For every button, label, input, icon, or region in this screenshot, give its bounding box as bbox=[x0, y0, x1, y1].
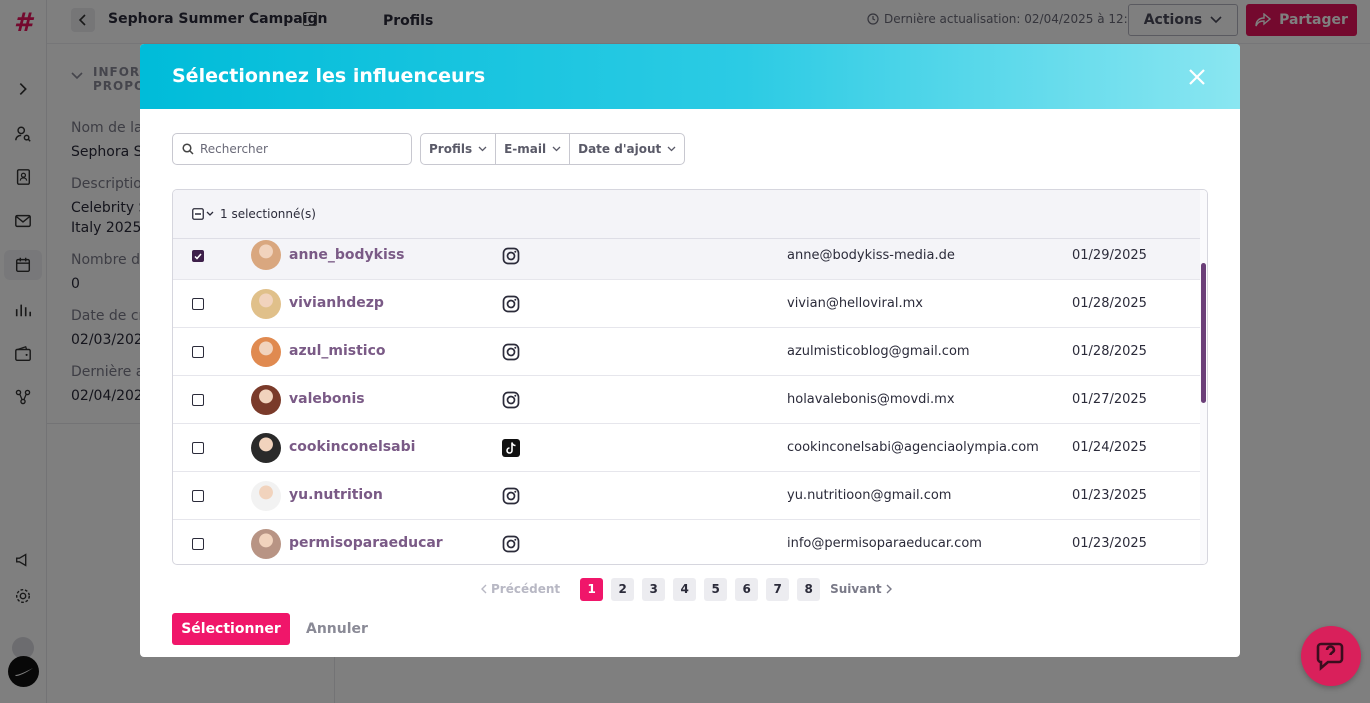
influencer-username[interactable]: permisoparaeducar bbox=[289, 535, 443, 551]
filter-label: Profils bbox=[429, 142, 473, 156]
influencer-email: vivian@helloviral.mx bbox=[787, 296, 923, 311]
table-row[interactable]: yu.nutrition yu.nutritioon@gmail.com 01/23… bbox=[173, 472, 1201, 520]
modal-title: Sélectionnez les influenceurs bbox=[172, 65, 486, 87]
filter-label: Date d'ajout bbox=[578, 142, 662, 156]
search-input[interactable] bbox=[200, 142, 400, 156]
table-row[interactable]: anne_bodykiss anne@bodykiss-media.de 01/29… bbox=[173, 239, 1201, 280]
filter-group: Profils E-mail Date d'ajout bbox=[420, 133, 686, 165]
filter-date-added[interactable]: Date d'ajout bbox=[570, 134, 684, 164]
avatar bbox=[251, 289, 281, 319]
table-row[interactable]: cookinconelsabi cookinconelsabi@agenciaol… bbox=[173, 424, 1201, 472]
date-added: 01/27/2025 bbox=[1072, 392, 1147, 407]
select-button[interactable]: Sélectionner bbox=[172, 613, 290, 645]
instagram-icon bbox=[502, 487, 520, 505]
scrollbar[interactable] bbox=[1200, 190, 1207, 564]
row-checkbox[interactable] bbox=[192, 442, 204, 454]
instagram-icon bbox=[502, 343, 520, 361]
table-row[interactable]: valebonis holavalebonis@movdi.mx 01/27/202… bbox=[173, 376, 1201, 424]
chevron-down-icon[interactable] bbox=[206, 211, 214, 217]
filter-label: E-mail bbox=[504, 142, 547, 156]
selected-count: 1 selectionné(s) bbox=[220, 207, 316, 221]
date-added: 01/28/2025 bbox=[1072, 296, 1147, 311]
influencer-email: azulmisticoblog@gmail.com bbox=[787, 344, 970, 359]
modal-header: Sélectionnez les influenceurs bbox=[140, 44, 1240, 109]
table-row[interactable]: azul_mistico azulmisticoblog@gmail.com 01/… bbox=[173, 328, 1201, 376]
page-button[interactable]: 3 bbox=[642, 577, 666, 601]
instagram-icon bbox=[502, 391, 520, 409]
avatar bbox=[251, 385, 281, 415]
date-added: 01/28/2025 bbox=[1072, 344, 1147, 359]
influencer-username[interactable]: cookinconelsabi bbox=[289, 439, 415, 455]
influencer-username[interactable]: valebonis bbox=[289, 391, 365, 407]
filter-profils[interactable]: Profils bbox=[421, 134, 497, 164]
influencer-username[interactable]: anne_bodykiss bbox=[289, 247, 404, 263]
influencer-username[interactable]: azul_mistico bbox=[289, 343, 386, 359]
avatar bbox=[251, 481, 281, 511]
page-button[interactable]: 5 bbox=[704, 577, 728, 601]
row-checkbox[interactable] bbox=[192, 346, 204, 358]
prev-page-button[interactable]: Précédent bbox=[480, 582, 560, 596]
prev-label: Précédent bbox=[491, 582, 561, 596]
row-checkbox[interactable] bbox=[192, 538, 204, 550]
next-page-button[interactable]: Suivant bbox=[830, 582, 893, 596]
date-added: 01/29/2025 bbox=[1072, 248, 1147, 263]
page-button[interactable]: 2 bbox=[611, 577, 635, 601]
table-header: 1 selectionné(s) bbox=[173, 190, 1201, 239]
chevron-right-icon bbox=[886, 584, 892, 594]
date-added: 01/23/2025 bbox=[1072, 536, 1147, 551]
avatar bbox=[251, 337, 281, 367]
search-box[interactable] bbox=[172, 133, 412, 165]
date-added: 01/24/2025 bbox=[1072, 440, 1147, 455]
influencer-email: yu.nutritioon@gmail.com bbox=[787, 488, 952, 503]
influencer-email: anne@bodykiss-media.de bbox=[787, 248, 955, 263]
page-numbers: 12345678 bbox=[580, 577, 821, 601]
select-all-checkbox[interactable] bbox=[192, 208, 204, 220]
instagram-icon bbox=[502, 535, 520, 553]
tiktok-icon bbox=[502, 439, 520, 457]
pagination: Précédent 12345678 Suivant bbox=[480, 577, 893, 601]
page-button[interactable]: 8 bbox=[797, 577, 821, 601]
page-button[interactable]: 6 bbox=[735, 577, 759, 601]
chat-help-icon bbox=[1316, 642, 1344, 671]
close-icon[interactable] bbox=[1188, 68, 1206, 86]
influencers-table: 1 selectionné(s) anne_bodykiss anne@bodyk… bbox=[172, 189, 1208, 565]
cancel-button[interactable]: Annuler bbox=[306, 621, 368, 637]
influencer-email: cookinconelsabi@agenciaolympia.com bbox=[787, 440, 1039, 455]
avatar bbox=[251, 433, 281, 463]
instagram-icon bbox=[502, 295, 520, 313]
influencer-username[interactable]: yu.nutrition bbox=[289, 487, 383, 503]
scrollbar-thumb[interactable] bbox=[1201, 263, 1206, 403]
table-row[interactable]: vivianhdezp vivian@helloviral.mx 01/28/202… bbox=[173, 280, 1201, 328]
influencer-username[interactable]: vivianhdezp bbox=[289, 295, 384, 311]
table-body: anne_bodykiss anne@bodykiss-media.de 01/29… bbox=[173, 239, 1207, 564]
filter-email[interactable]: E-mail bbox=[496, 134, 571, 164]
next-label: Suivant bbox=[830, 582, 882, 596]
row-checkbox[interactable] bbox=[192, 250, 204, 262]
support-chat-button[interactable] bbox=[1301, 626, 1361, 686]
chevron-down-icon bbox=[478, 146, 487, 152]
page-button[interactable]: 4 bbox=[673, 577, 697, 601]
avatar bbox=[251, 529, 281, 559]
avatar bbox=[251, 240, 281, 270]
row-checkbox[interactable] bbox=[192, 490, 204, 502]
page-button[interactable]: 7 bbox=[766, 577, 790, 601]
row-checkbox[interactable] bbox=[192, 394, 204, 406]
chevron-left-icon bbox=[481, 584, 487, 594]
select-influencers-modal: Sélectionnez les influenceurs Profils E-… bbox=[140, 44, 1240, 657]
chevron-down-icon bbox=[552, 146, 561, 152]
influencer-email: info@permisoparaeducar.com bbox=[787, 536, 982, 551]
row-checkbox[interactable] bbox=[192, 298, 204, 310]
table-row[interactable]: permisoparaeducar info@permisoparaeducar.… bbox=[173, 520, 1201, 564]
influencer-email: holavalebonis@movdi.mx bbox=[787, 392, 955, 407]
instagram-icon bbox=[502, 247, 520, 265]
search-icon bbox=[182, 143, 194, 155]
page-button[interactable]: 1 bbox=[580, 577, 604, 601]
date-added: 01/23/2025 bbox=[1072, 488, 1147, 503]
chevron-down-icon bbox=[667, 146, 676, 152]
